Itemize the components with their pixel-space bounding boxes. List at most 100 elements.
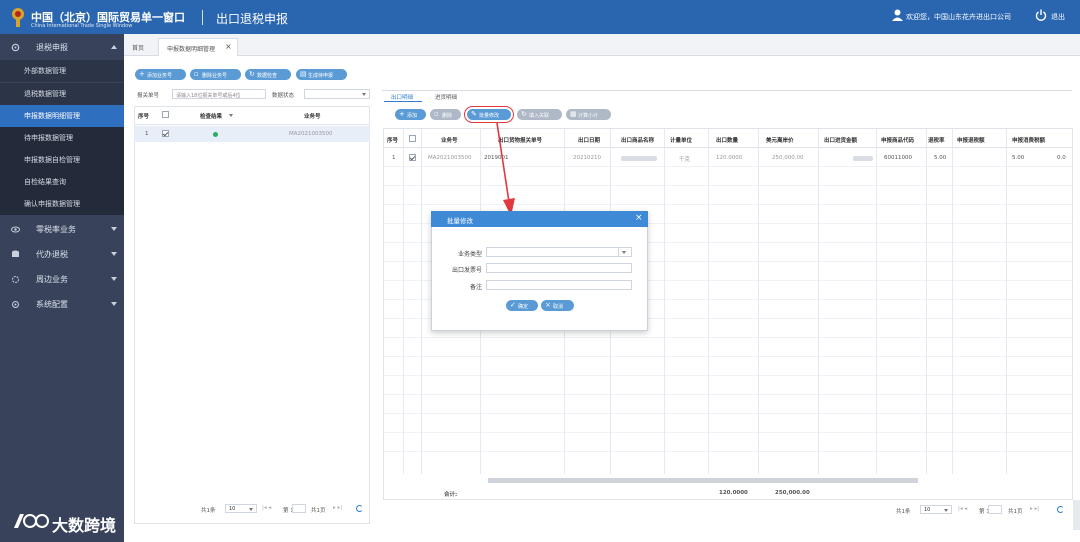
col-qty: 出口数量 — [716, 138, 739, 144]
grid-column-line — [708, 129, 709, 474]
tab-detail[interactable]: 申报数据明细管理 × — [158, 38, 238, 56]
row-checkbox[interactable] — [162, 130, 169, 137]
tab-export-detail[interactable]: 出口明细 — [391, 93, 413, 101]
right-page-size[interactable]: 10 — [920, 505, 952, 514]
sidebar-leaf-label: 待申报数据管理 — [24, 134, 73, 142]
left-page-input[interactable] — [292, 504, 306, 513]
row-checkbox[interactable] — [409, 154, 416, 161]
sidebar-item-tax-refund[interactable]: 退税申报 — [0, 37, 124, 58]
brand-subtitle: China International Trade Single Window — [31, 23, 133, 29]
refresh-icon[interactable] — [1057, 506, 1064, 513]
grid-row-line — [383, 375, 1073, 376]
row-rate: 5.00 — [934, 155, 947, 161]
field-remark-label: 备注 — [469, 284, 482, 291]
decl-number-input[interactable]: 请输入18位报关单号或后4位 — [172, 89, 266, 99]
last-page-icon[interactable]: ▸ ▸| — [1030, 506, 1039, 512]
first-page-icon[interactable]: |◂ ◂ — [262, 505, 271, 511]
sidebar-leaf-detail[interactable]: 申报数据明细管理 — [0, 105, 124, 127]
close-icon[interactable]: × — [635, 213, 643, 223]
delete-biz-label: 删除业务号 — [202, 73, 228, 79]
sidebar-sub-label: 外部数据管理 — [24, 67, 66, 75]
chevron-down-icon — [229, 114, 233, 117]
calc-subtotal-label: 计算小计 — [578, 113, 599, 119]
col-biz: 业务号 — [441, 138, 458, 144]
watermark-logo — [14, 514, 49, 528]
biz-type-select[interactable] — [486, 247, 632, 257]
grid-row-line — [383, 432, 1073, 433]
sidebar-sub-refund-data[interactable]: 退税数据管理 — [0, 83, 124, 105]
data-check-button[interactable]: ↻ 数据检查 — [245, 69, 291, 80]
first-page-icon[interactable]: |◂ ◂ — [958, 506, 967, 512]
grid-column-line — [876, 129, 877, 474]
fill-association-button[interactable]: ↻ 填入关联 — [517, 109, 562, 120]
right-page-input[interactable] — [988, 505, 1002, 514]
tab-home[interactable]: 首页 — [124, 38, 156, 56]
tab-purchase-detail[interactable]: 进货明细 — [435, 93, 457, 101]
sidebar-item-config[interactable]: 系统配置 — [0, 294, 124, 315]
grid-column-line — [758, 129, 759, 474]
power-icon[interactable] — [1035, 9, 1047, 21]
chevron-down-icon — [111, 277, 117, 281]
col-rate: 退税率 — [928, 138, 945, 144]
sidebar-item-agency[interactable]: 代办退税 — [0, 244, 124, 265]
refresh-icon: ↻ — [521, 110, 527, 118]
settings-icon — [12, 276, 19, 283]
header-divider — [134, 124, 370, 125]
add-label: 添加 — [407, 113, 418, 119]
vertical-scrollbar[interactable] — [1073, 500, 1080, 530]
refresh-icon[interactable] — [356, 505, 363, 512]
close-icon[interactable]: × — [225, 42, 232, 51]
total-qty: 120.0000 — [719, 490, 748, 496]
invoice-input[interactable] — [486, 263, 632, 273]
system-title: 出口退税申报 — [216, 12, 289, 26]
chevron-down-icon — [111, 252, 117, 256]
check-icon: ✓ — [510, 301, 516, 309]
status-select[interactable] — [304, 89, 370, 99]
sidebar-leaf-pending[interactable]: 待申报数据管理 — [0, 127, 124, 149]
chevron-down-icon — [111, 227, 117, 231]
chevron-up-icon — [111, 45, 117, 49]
sidebar-leaf-selfcheck[interactable]: 申报数据自检管理 — [0, 149, 124, 171]
select-all-checkbox[interactable] — [162, 111, 169, 118]
title-divider — [202, 10, 203, 25]
horizontal-scrollbar[interactable] — [488, 478, 918, 483]
sidebar-item-label: 零税率业务 — [36, 225, 76, 234]
remark-input[interactable] — [486, 280, 632, 290]
last-page-icon[interactable]: ▸ ▸| — [333, 505, 342, 511]
row-code: 60011000 — [884, 155, 912, 161]
data-check-label: 数据检查 — [257, 73, 278, 79]
left-pager-total: 共1条 — [201, 508, 216, 514]
batch-edit-button[interactable]: ✎ 批量修改 — [464, 106, 514, 123]
delete-biz-button[interactable]: ▫ 删除业务号 — [190, 69, 241, 80]
sidebar-item-label: 退税申报 — [36, 43, 68, 52]
chevron-down-icon — [362, 93, 366, 96]
calc-subtotal-button[interactable]: ▦ 计算小计 — [566, 109, 611, 120]
select-all-checkbox[interactable] — [409, 135, 416, 142]
plus-icon: + — [139, 70, 145, 78]
dialog-header: 批量修改 × — [431, 211, 648, 227]
left-page-size[interactable]: 10 — [225, 504, 257, 513]
sidebar-sub-external[interactable]: 外部数据管理 — [0, 60, 124, 82]
confirm-label: 确定 — [518, 304, 529, 310]
row-seq: 1 — [145, 131, 149, 137]
logout-link[interactable]: 退出 — [1051, 12, 1065, 22]
confirm-button[interactable]: ✓ 确定 — [506, 300, 538, 311]
sidebar-leaf-confirm[interactable]: 确认申报数据管理 — [0, 193, 124, 215]
delete-label: 删除 — [442, 113, 453, 119]
generate-pending-label: 生成待申报 — [308, 73, 334, 79]
filter-status-label: 数据状态 — [272, 93, 295, 99]
grid-column-line — [1006, 129, 1007, 474]
add-button[interactable]: + 添加 — [395, 109, 426, 120]
delete-button[interactable]: ▫ 删除 — [430, 109, 461, 120]
grid-row-line — [383, 356, 1073, 357]
generate-pending-button[interactable]: ▤ 生成待申报 — [296, 69, 347, 80]
sidebar-leaf-result[interactable]: 自检结果查询 — [0, 171, 124, 193]
col-product: 出口商品名称 — [621, 138, 655, 144]
table-row[interactable] — [134, 126, 370, 142]
cancel-button[interactable]: × 取消 — [541, 300, 574, 311]
sidebar-item-peripheral[interactable]: 周边业务 — [0, 269, 124, 290]
col-unit: 计量单位 — [670, 138, 693, 144]
add-biz-button[interactable]: + 添加业务号 — [135, 69, 186, 80]
sidebar-item-zero-rate[interactable]: 零税率业务 — [0, 219, 124, 240]
grid-row-line — [383, 337, 1073, 338]
